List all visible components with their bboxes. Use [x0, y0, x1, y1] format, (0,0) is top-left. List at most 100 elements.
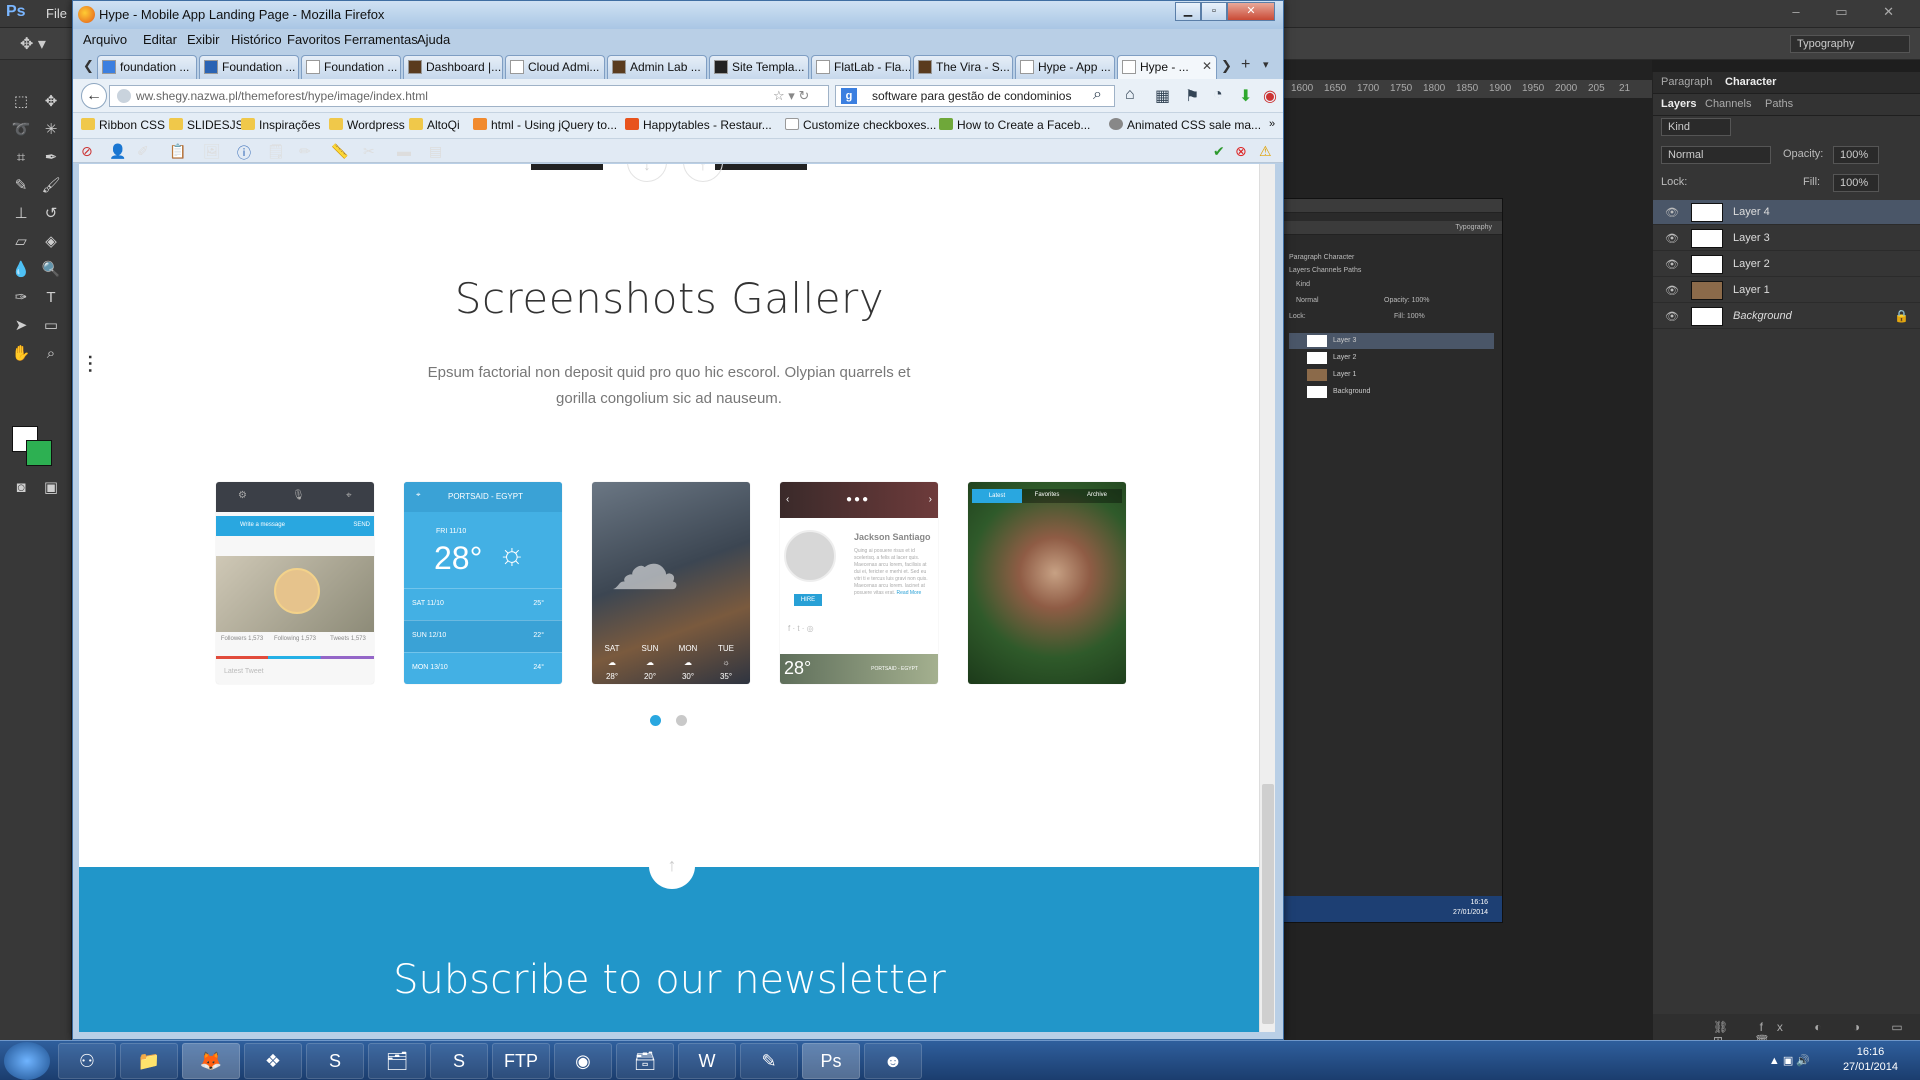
- system-tray[interactable]: ▲ ▣ 🔊: [1769, 1054, 1810, 1067]
- error-icon[interactable]: ⊗: [1235, 143, 1247, 160]
- type-tool-icon[interactable]: T: [38, 286, 64, 310]
- taskbar-app-firefox[interactable]: 🦊: [182, 1043, 240, 1079]
- search-engine-icon[interactable]: g: [841, 88, 857, 104]
- tab-list-icon[interactable]: ▾: [1263, 58, 1269, 71]
- more-bookmarks-icon[interactable]: »: [1269, 118, 1275, 130]
- visibility-eye-icon[interactable]: 👁: [1665, 206, 1679, 219]
- user-icon[interactable]: 👤: [109, 143, 126, 160]
- wand-icon[interactable]: ✐: [137, 143, 149, 160]
- settings-sliders-icon[interactable]: ⫶: [87, 352, 93, 380]
- bookmark-item[interactable]: Wordpress: [329, 118, 405, 132]
- site-identity-icon[interactable]: [117, 89, 131, 103]
- blur-tool-icon[interactable]: 💧: [8, 258, 34, 282]
- history-brush-icon[interactable]: ↺: [38, 202, 64, 226]
- block-icon[interactable]: ⊘: [81, 143, 93, 160]
- url-field[interactable]: ww.shegy.nazwa.pl/themeforest/hype/image…: [109, 85, 829, 107]
- bookmark-item[interactable]: How to Create a Faceb...: [939, 118, 1090, 132]
- close-tab-icon[interactable]: ✕: [1202, 59, 1212, 73]
- rss-icon[interactable]: ◔: [1213, 86, 1223, 104]
- marquee-tool-icon[interactable]: ⬚: [8, 90, 34, 114]
- search-go-icon[interactable]: ⌕: [1093, 86, 1102, 104]
- taskbar-app-finder[interactable]: ☻: [864, 1043, 922, 1079]
- background-color-swatch[interactable]: [26, 440, 52, 466]
- tab-channels[interactable]: Channels: [1705, 98, 1751, 110]
- bookmark-item[interactable]: Customize checkboxes...: [785, 118, 936, 132]
- browser-tab[interactable]: Foundation ...: [301, 55, 401, 79]
- browser-tab[interactable]: The Vira - S...: [913, 55, 1013, 79]
- tab-scroll-right-icon[interactable]: ❯: [1221, 58, 1232, 74]
- blend-mode-select[interactable]: Normal: [1661, 146, 1771, 164]
- download-icon[interactable]: ⬇: [1239, 86, 1252, 106]
- visibility-eye-icon[interactable]: 👁: [1665, 258, 1679, 271]
- reload-icon[interactable]: ↻: [798, 88, 809, 103]
- taskbar-app-skype[interactable]: S: [430, 1043, 488, 1079]
- tab-paragraph[interactable]: Paragraph: [1661, 76, 1712, 88]
- zoom-tool-icon[interactable]: ⌕: [38, 342, 64, 366]
- magic-wand-icon[interactable]: ✳: [38, 118, 64, 142]
- screen-mode-icon[interactable]: ▣: [38, 476, 64, 500]
- opacity-input[interactable]: 100%: [1833, 146, 1879, 164]
- history-dropdown-icon[interactable]: ▾: [788, 88, 795, 103]
- browser-tab[interactable]: foundation ...: [97, 55, 197, 79]
- menu-exibir[interactable]: Exibir: [187, 32, 220, 47]
- tools-icon[interactable]: ✂: [363, 143, 375, 160]
- move-tool-icon[interactable]: ✥: [38, 90, 64, 114]
- tab-layers[interactable]: Layers: [1661, 98, 1696, 110]
- layer-row[interactable]: 👁 Layer 4: [1653, 200, 1920, 225]
- browser-tab[interactable]: Site Templa...: [709, 55, 809, 79]
- warning-icon[interactable]: ⚠: [1259, 143, 1272, 160]
- layer-row[interactable]: 👁 Layer 3: [1653, 226, 1920, 251]
- screenshot-twitter[interactable]: ⚙ 🎙 ⌖ Write a message SEND Followers 1,5…: [216, 482, 374, 684]
- taskbar-app-network[interactable]: ⚇: [58, 1043, 116, 1079]
- search-field[interactable]: software para gestão de condominios: [835, 85, 1115, 107]
- screenshot-weather-blue[interactable]: ⌖ PORTSAID - EGYPT FRI 11/10 28° ☼ SAT 1…: [404, 482, 562, 684]
- workspace-select[interactable]: Typography: [1790, 35, 1910, 53]
- layer-row[interactable]: 👁 Background 🔒: [1653, 304, 1920, 329]
- home-icon[interactable]: ⌂: [1125, 86, 1135, 104]
- menu-ferramentas[interactable]: Ferramentas: [344, 32, 418, 47]
- close-window-button[interactable]: ✕: [1227, 2, 1275, 21]
- back-button[interactable]: ←: [81, 83, 107, 109]
- taskbar-clock[interactable]: 16:16 27/01/2014: [1843, 1045, 1898, 1075]
- clipboard-icon[interactable]: 📋: [169, 143, 186, 160]
- screen-icon[interactable]: ▬: [397, 143, 411, 159]
- taskbar-app-pdf[interactable]: ✎: [740, 1043, 798, 1079]
- eraser-tool-icon[interactable]: ▱: [8, 230, 34, 254]
- fill-input[interactable]: 100%: [1833, 174, 1879, 192]
- addon-icon[interactable]: ⚑: [1185, 86, 1199, 106]
- screenshot-photo[interactable]: Latest Favorites Archive: [968, 482, 1126, 684]
- scroll-up-icon[interactable]: ↑: [649, 843, 695, 889]
- download-circle-icon[interactable]: ↓: [627, 164, 667, 182]
- bookmark-item[interactable]: Ribbon CSS: [81, 118, 165, 132]
- bookmark-item[interactable]: AltoQi: [409, 118, 460, 132]
- taskbar-app-photoshop[interactable]: Ps: [802, 1043, 860, 1079]
- hand-tool-icon[interactable]: ✋: [8, 342, 34, 366]
- visibility-eye-icon[interactable]: 👁: [1665, 232, 1679, 245]
- bookmark-item[interactable]: SLIDESJS: [169, 118, 244, 132]
- carousel-dot-active[interactable]: [650, 715, 661, 726]
- taskbar-app-dropbox[interactable]: ❖: [244, 1043, 302, 1079]
- bookmark-item[interactable]: html - Using jQuery to...: [473, 118, 617, 132]
- screenshot-weather-photo[interactable]: ☁ SAT ☁ 28° SUN ☁ 20° MON ☁ 30° TUE ☼ 35°: [592, 482, 750, 684]
- dodge-tool-icon[interactable]: 🔍: [38, 258, 64, 282]
- upload-circle-icon[interactable]: ↑: [683, 164, 723, 182]
- quick-mask-icon[interactable]: ◙: [8, 476, 34, 500]
- browser-tab[interactable]: Admin Lab ...: [607, 55, 707, 79]
- notes-icon[interactable]: 🗒: [267, 143, 285, 160]
- bookmark-star-icon[interactable]: ☆: [773, 88, 785, 103]
- taskbar-app-ftp[interactable]: FTP: [492, 1043, 550, 1079]
- menu-editar[interactable]: Editar: [143, 32, 177, 47]
- bookmark-item[interactable]: Animated CSS sale ma...: [1109, 118, 1261, 132]
- pencil-icon[interactable]: ✏: [299, 143, 311, 160]
- eyedropper-icon[interactable]: ✒: [38, 146, 64, 170]
- carousel-dot[interactable]: [676, 715, 687, 726]
- browser-tab-active[interactable]: Hype - ... ✕: [1117, 55, 1217, 80]
- ps-window-controls[interactable]: – ▭ ✕: [1792, 4, 1910, 20]
- valid-check-icon[interactable]: ✔: [1213, 143, 1225, 160]
- new-tab-icon[interactable]: +: [1241, 56, 1250, 74]
- browser-tab[interactable]: FlatLab - Fla...: [811, 55, 911, 79]
- visibility-eye-icon[interactable]: 👁: [1665, 310, 1679, 323]
- stamp-tool-icon[interactable]: ⊥: [8, 202, 34, 226]
- ps-menu-file[interactable]: File: [46, 6, 67, 21]
- pen-tool-icon[interactable]: ✑: [8, 286, 34, 310]
